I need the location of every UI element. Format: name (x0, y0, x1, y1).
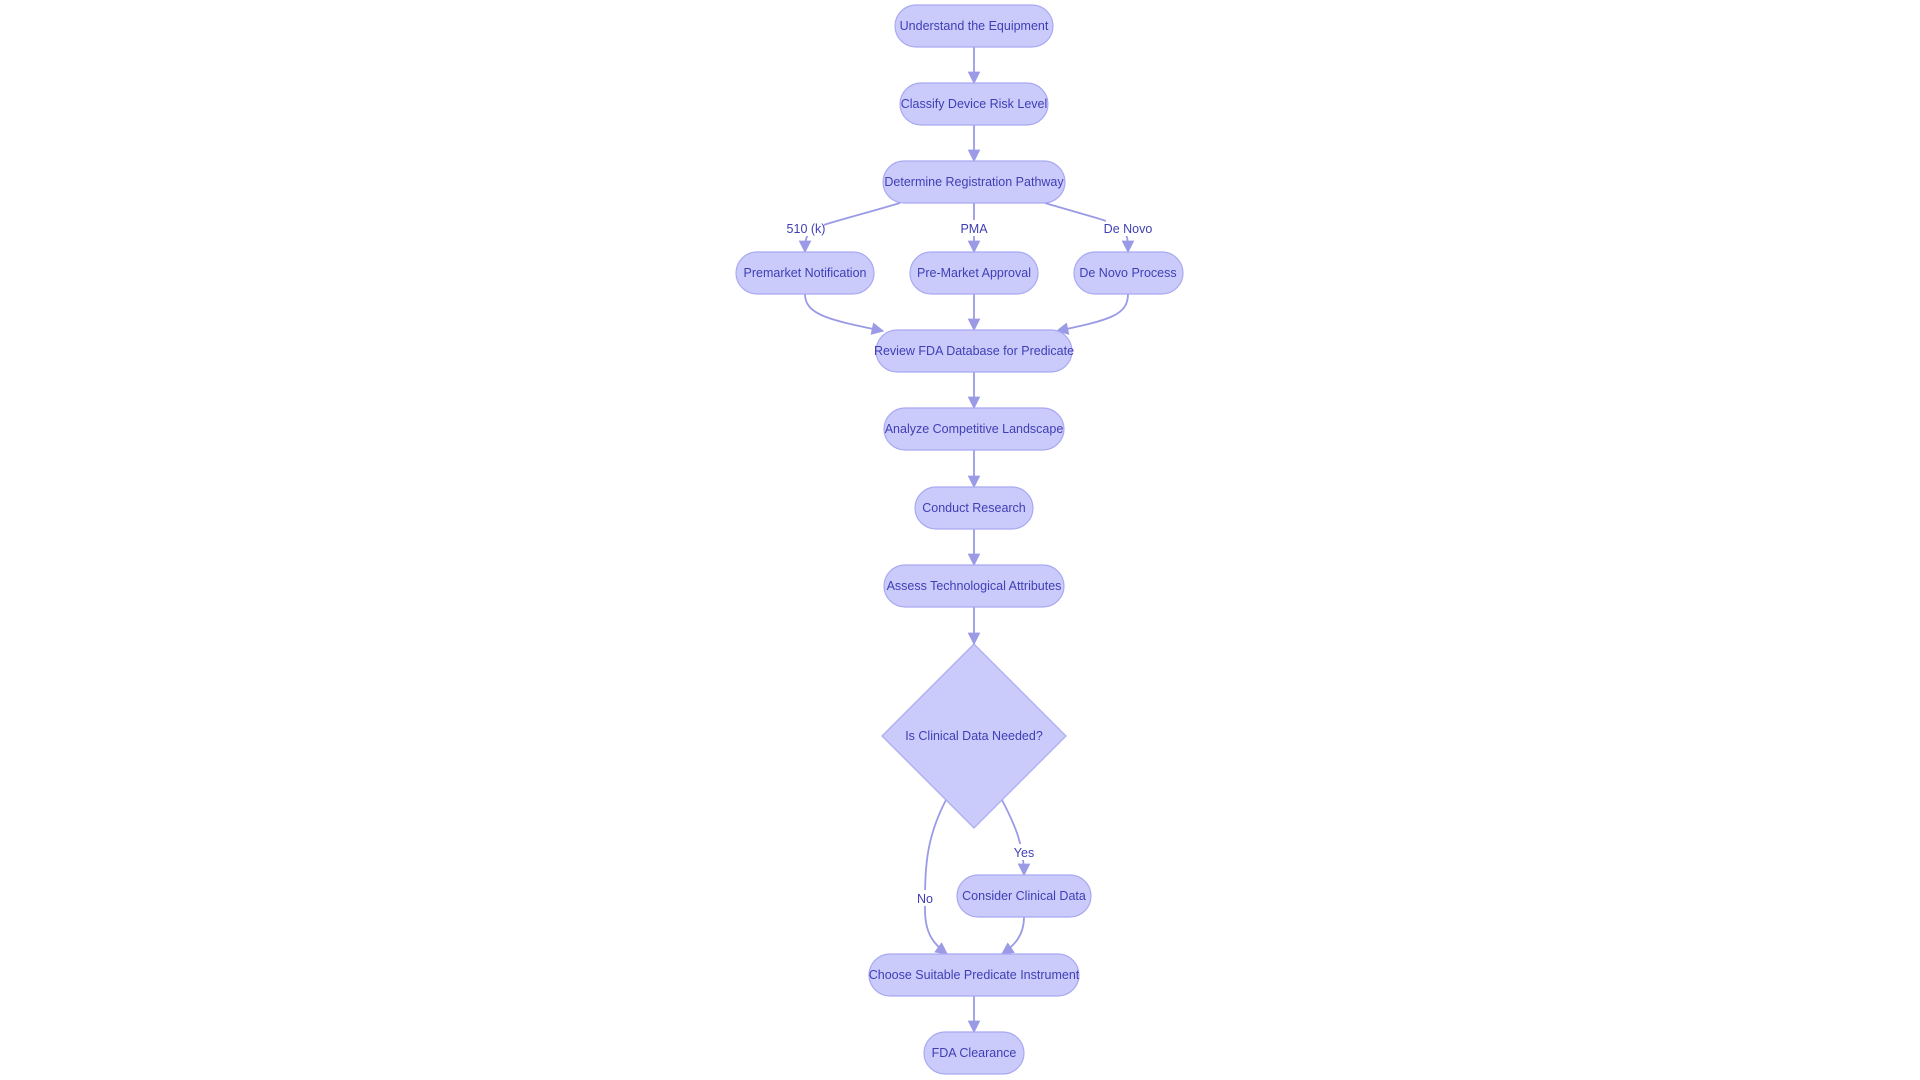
edge-decision-choose (924, 799, 949, 955)
node-pre-market-approval[interactable]: Pre-Market Approval (909, 251, 1039, 295)
node-review-fda-database[interactable]: Review FDA Database for Predicate (874, 329, 1074, 373)
node-label: Conduct Research (922, 501, 1026, 515)
node-fda-clearance[interactable]: FDA Clearance (923, 1031, 1025, 1075)
node-premarket-notification[interactable]: Premarket Notification (735, 251, 875, 295)
node-label: Consider Clinical Data (962, 889, 1086, 903)
edge-label-no: No (917, 892, 933, 906)
node-label: Understand the Equipment (900, 19, 1049, 33)
node-analyze-landscape[interactable]: Analyze Competitive Landscape (883, 407, 1065, 451)
node-conduct-research[interactable]: Conduct Research (914, 486, 1034, 530)
edge-label-510k: 510 (k) (787, 222, 826, 236)
node-label: FDA Clearance (932, 1046, 1017, 1060)
node-determine-pathway[interactable]: Determine Registration Pathway (882, 160, 1066, 204)
node-label: Determine Registration Pathway (884, 175, 1064, 189)
nodes: Understand the Equipment Classify Device… (735, 4, 1184, 1075)
edge-decision-consider (1001, 799, 1031, 877)
node-label: Assess Technological Attributes (887, 579, 1062, 593)
node-label: Premarket Notification (744, 266, 867, 280)
node-label: Choose Suitable Predicate Instrument (869, 968, 1080, 982)
edge-label-pma: PMA (960, 222, 988, 236)
edge-label-yes: Yes (1014, 846, 1034, 860)
edge-premarket-review (804, 293, 885, 335)
node-classify-risk[interactable]: Classify Device Risk Level (899, 82, 1049, 126)
edge-label-de-novo: De Novo (1104, 222, 1153, 236)
node-understand-equipment[interactable]: Understand the Equipment (894, 4, 1054, 48)
node-de-novo-process[interactable]: De Novo Process (1073, 251, 1184, 295)
edge-consider-choose (1000, 916, 1025, 955)
decision-clinical-data[interactable]: Is Clinical Data Needed? (881, 643, 1067, 829)
node-label: Is Clinical Data Needed? (905, 729, 1043, 743)
node-label: Analyze Competitive Landscape (885, 422, 1064, 436)
node-assess-attributes[interactable]: Assess Technological Attributes (883, 564, 1065, 608)
node-label: Pre-Market Approval (917, 266, 1031, 280)
node-choose-predicate[interactable]: Choose Suitable Predicate Instrument (868, 953, 1080, 997)
node-label: Classify Device Risk Level (901, 97, 1048, 111)
edge-denovo-review (1055, 293, 1129, 335)
flowchart: 510 (k) PMA De Novo Yes No Understand th… (735, 4, 1184, 1075)
node-label: Review FDA Database for Predicate (874, 344, 1074, 358)
node-label: De Novo Process (1079, 266, 1176, 280)
node-consider-clinical-data[interactable]: Consider Clinical Data (956, 874, 1092, 918)
